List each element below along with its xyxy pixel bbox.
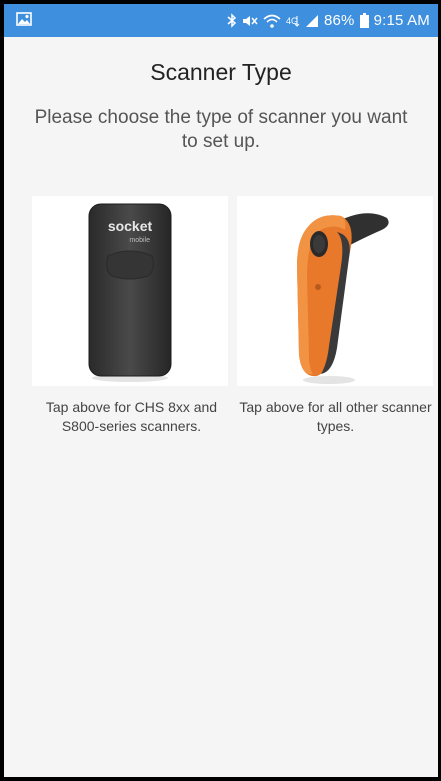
- status-bar: 4G 86% 9:15 AM: [4, 4, 438, 37]
- socket-chs-scanner-image: socket mobile: [88, 203, 172, 382]
- clock: 9:15 AM: [373, 12, 430, 29]
- scanner-option-chs-8xx-caption: Tap above for CHS 8xx and S800-series sc…: [45, 399, 218, 434]
- page-subtitle: Please choose the type of scanner you wa…: [34, 107, 408, 152]
- battery-icon: [359, 13, 369, 28]
- socket-brand-text: socket: [108, 218, 153, 234]
- wifi-icon: [263, 14, 281, 28]
- svg-text:4G: 4G: [286, 16, 298, 26]
- socket-brand-subtext: mobile: [129, 237, 150, 244]
- image-notification-icon: [16, 11, 32, 30]
- orange-handheld-scanner-image: [297, 213, 389, 384]
- battery-percent: 86%: [323, 12, 355, 29]
- phone-screen: 4G 86% 9:15 AM Scanner Type Please choos…: [4, 4, 438, 777]
- signal-icon: [305, 14, 319, 28]
- bluetooth-icon: [227, 13, 237, 28]
- lte-icon: 4G: [286, 14, 300, 28]
- page-title: Scanner Type: [150, 59, 292, 85]
- scanner-option-other-caption: Tap above for all other scanner types.: [239, 399, 432, 434]
- scanner-option-chs-8xx[interactable]: socket mobile: [32, 196, 228, 386]
- mute-icon: [242, 14, 258, 28]
- scanner-option-other[interactable]: [237, 196, 433, 386]
